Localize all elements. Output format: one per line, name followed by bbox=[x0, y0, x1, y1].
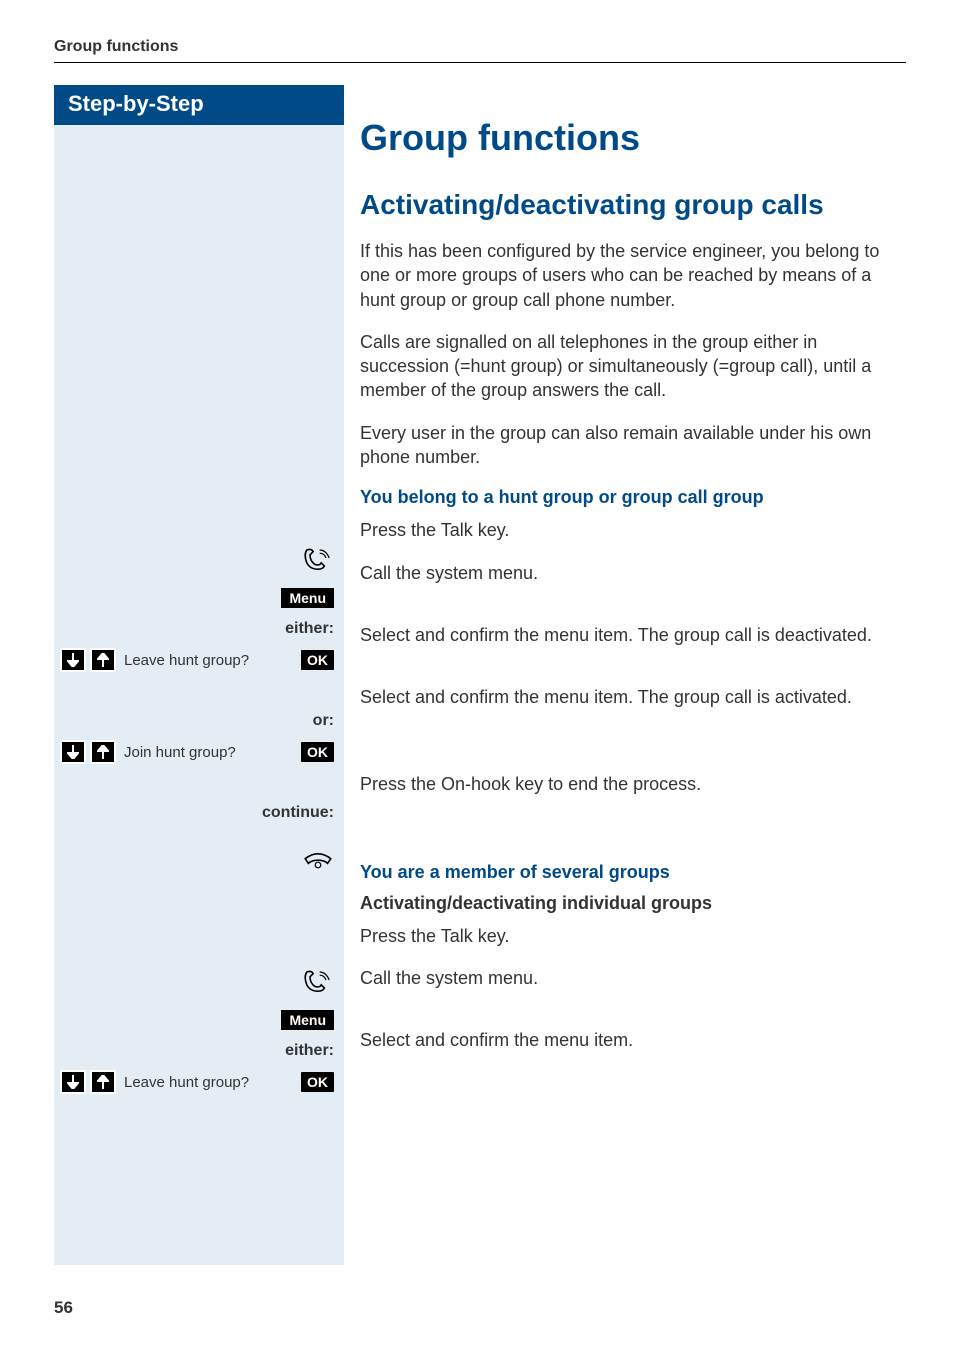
arrow-down-icon[interactable] bbox=[60, 648, 86, 672]
or-label-row: or: bbox=[54, 706, 344, 736]
continue-label: continue: bbox=[262, 804, 334, 821]
leave-hunt-row: Leave hunt group? OK bbox=[54, 644, 344, 676]
instruction-text: Select and confirm the menu item. bbox=[360, 1028, 906, 1052]
paragraph: Every user in the group can also remain … bbox=[360, 421, 906, 470]
instruction-text: Call the system menu. bbox=[360, 561, 906, 585]
either-label: either: bbox=[285, 620, 334, 637]
instruction-text: Call the system menu. bbox=[360, 966, 906, 990]
page-number: 56 bbox=[54, 1298, 73, 1318]
either-label-row-2: either: bbox=[54, 1036, 344, 1066]
menu-badge-row: Menu bbox=[54, 578, 344, 614]
ok-badge[interactable]: OK bbox=[301, 1072, 334, 1092]
arrow-down-icon[interactable] bbox=[60, 740, 86, 764]
ok-badge[interactable]: OK bbox=[301, 742, 334, 762]
join-hunt-label: Join hunt group? bbox=[120, 744, 295, 761]
either-label-row: either: bbox=[54, 614, 344, 644]
menu-badge[interactable]: Menu bbox=[281, 1010, 334, 1030]
talk-key-icon-row bbox=[54, 543, 344, 578]
talk-key-icon bbox=[302, 545, 334, 571]
subheading-blue: You belong to a hunt group or group call… bbox=[360, 487, 906, 508]
leave-hunt-label: Leave hunt group? bbox=[120, 652, 295, 669]
instruction-text: Select and confirm the menu item. The gr… bbox=[360, 685, 906, 709]
page-title: Group functions bbox=[360, 117, 906, 159]
subheading-blue-2: You are a member of several groups bbox=[360, 862, 906, 883]
instruction-text: Select and confirm the menu item. The gr… bbox=[360, 623, 906, 647]
subheading-black: Activating/deactivating individual group… bbox=[360, 893, 906, 914]
continue-label-row: continue: bbox=[54, 798, 344, 828]
join-hunt-row: Join hunt group? OK bbox=[54, 736, 344, 768]
paragraph: Calls are signalled on all telephones in… bbox=[360, 330, 906, 403]
onhook-key-icon bbox=[302, 844, 334, 870]
leave-hunt-label: Leave hunt group? bbox=[120, 1074, 295, 1091]
arrow-up-icon[interactable] bbox=[90, 648, 116, 672]
left-sidebar: Step-by-Step Menu either: bbox=[54, 85, 344, 1265]
section-heading: Activating/deactivating group calls bbox=[360, 189, 906, 221]
arrow-down-icon[interactable] bbox=[60, 1070, 86, 1094]
instruction-text: Press the Talk key. bbox=[360, 518, 906, 542]
menu-badge-row-2: Menu bbox=[54, 1000, 344, 1036]
paragraph: If this has been configured by the servi… bbox=[360, 239, 906, 312]
menu-badge[interactable]: Menu bbox=[281, 588, 334, 608]
main-content: Group functions Activating/deactivating … bbox=[344, 85, 906, 1057]
leave-hunt-row-2: Leave hunt group? OK bbox=[54, 1066, 344, 1098]
talk-key-icon-row-2 bbox=[54, 965, 344, 1000]
or-label: or: bbox=[313, 712, 334, 729]
instruction-text: Press the Talk key. bbox=[360, 924, 906, 948]
running-header: Group functions bbox=[54, 38, 906, 63]
instruction-text: Press the On-hook key to end the process… bbox=[360, 772, 906, 796]
talk-key-icon bbox=[302, 967, 334, 993]
arrow-up-icon[interactable] bbox=[90, 740, 116, 764]
step-by-step-header: Step-by-Step bbox=[54, 85, 344, 125]
either-label: either: bbox=[285, 1042, 334, 1059]
arrow-up-icon[interactable] bbox=[90, 1070, 116, 1094]
onhook-icon-row bbox=[54, 842, 344, 877]
ok-badge[interactable]: OK bbox=[301, 650, 334, 670]
